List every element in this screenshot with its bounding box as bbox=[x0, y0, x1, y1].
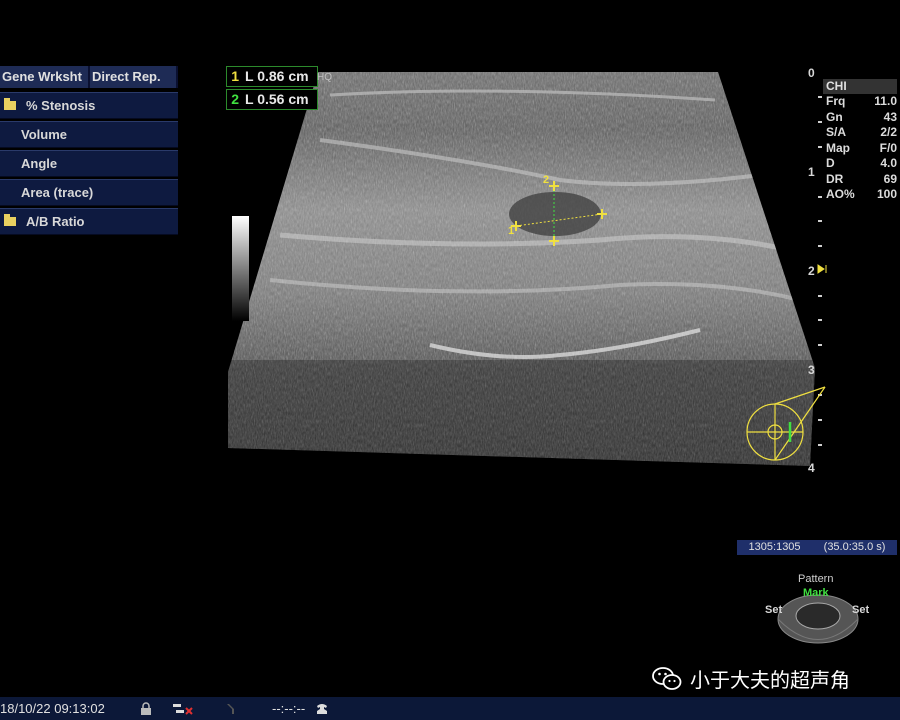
measurement-value: L 0.86 cm bbox=[245, 68, 309, 84]
depth-label-1: 1 bbox=[808, 165, 815, 179]
watermark: 小于大夫的超声角 bbox=[652, 664, 850, 693]
menu-item-label: Volume bbox=[21, 127, 67, 142]
param-row: Gn 43 bbox=[826, 109, 897, 124]
tab-gene-worksheet[interactable]: Gene Wrksht bbox=[0, 66, 90, 88]
measurement-index: 2 bbox=[231, 91, 239, 107]
menu-item-stenosis[interactable]: % Stenosis bbox=[0, 92, 178, 119]
worksheet-menu: % Stenosis Volume Angle Area (trace) A/B… bbox=[0, 92, 178, 237]
grayscale-bar bbox=[232, 216, 249, 321]
folder-icon bbox=[4, 214, 16, 226]
pattern-control[interactable] bbox=[777, 594, 859, 644]
caliper-2-label: 2 bbox=[543, 174, 549, 186]
menu-item-label: Area (trace) bbox=[21, 185, 94, 200]
measurement-results: 1 L 0.86 cm 2 L 0.56 cm bbox=[226, 66, 318, 112]
hq-indicator: HQ bbox=[317, 72, 332, 83]
cine-counter[interactable]: 1305:1305 (35.0:35.0 s) bbox=[737, 540, 897, 555]
set-left-button[interactable]: Set bbox=[765, 604, 782, 616]
menu-item-angle[interactable]: Angle bbox=[0, 150, 178, 177]
menu-item-label: Angle bbox=[21, 156, 58, 171]
depth-label-3: 3 bbox=[808, 363, 815, 377]
menu-item-label: % Stenosis bbox=[26, 98, 96, 113]
menu-item-ab-ratio[interactable]: A/B Ratio bbox=[0, 208, 178, 235]
folder-icon bbox=[4, 98, 16, 110]
timer-readout: --:--:-- bbox=[272, 701, 306, 716]
param-row: Map F/0 bbox=[826, 140, 897, 155]
mark-label[interactable]: Mark bbox=[803, 587, 829, 599]
probe-icon bbox=[224, 702, 242, 716]
imaging-parameters: CHI Frq 11.0 Gn 43 S/A 2/2 Map F/0 D 4.0 DR 69… bbox=[823, 79, 897, 203]
status-bar: 18/10/22 09:13:02 --:--:-- bbox=[0, 697, 900, 720]
caliper-1-label: 1 bbox=[508, 225, 514, 237]
cine-frames: 1305:1305 bbox=[748, 541, 801, 553]
measurement-row-2[interactable]: 2 L 0.56 cm bbox=[226, 89, 318, 110]
pattern-label: Pattern bbox=[798, 573, 834, 585]
phone-icon bbox=[315, 702, 333, 716]
depth-label-4: 4 bbox=[808, 461, 815, 475]
measurement-row-1[interactable]: 1 L 0.86 cm bbox=[226, 66, 318, 87]
cine-time: (35.0:35.0 s) bbox=[823, 541, 886, 553]
param-row: DR 69 bbox=[826, 171, 897, 186]
wechat-icon bbox=[652, 666, 682, 692]
worksheet-tabs: Gene Wrksht Direct Rep. bbox=[0, 66, 178, 88]
mode-title: CHI bbox=[823, 79, 897, 94]
set-right-button[interactable]: Set bbox=[852, 604, 869, 616]
measurement-index: 1 bbox=[231, 68, 239, 84]
param-row: Frq 11.0 bbox=[826, 94, 897, 108]
lock-icon bbox=[140, 701, 158, 716]
datetime: 18/10/22 09:13:02 bbox=[0, 701, 105, 716]
menu-item-volume[interactable]: Volume bbox=[0, 121, 178, 148]
param-row: D 4.0 bbox=[826, 156, 897, 170]
menu-item-label: A/B Ratio bbox=[26, 214, 85, 229]
param-row: AO% 100 bbox=[826, 187, 897, 201]
network-error-icon bbox=[172, 702, 193, 716]
focus-marker-icon[interactable] bbox=[817, 264, 827, 274]
depth-label-0: 0 bbox=[808, 66, 815, 80]
menu-item-area-trace[interactable]: Area (trace) bbox=[0, 179, 178, 206]
depth-label-2: 2 bbox=[808, 264, 815, 278]
watermark-text: 小于大夫的超声角 bbox=[690, 670, 850, 692]
tab-direct-report[interactable]: Direct Rep. bbox=[89, 66, 178, 88]
measurement-value: L 0.56 cm bbox=[245, 91, 309, 107]
param-row: S/A 2/2 bbox=[826, 125, 897, 139]
